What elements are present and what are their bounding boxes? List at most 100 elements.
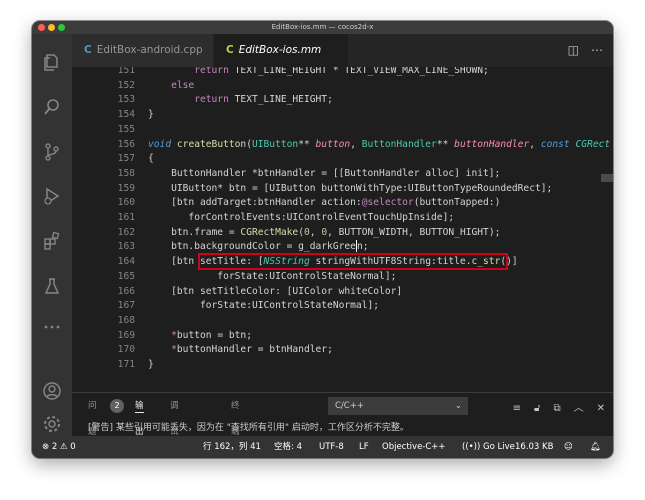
tab-editbox-ios[interactable]: C EditBox-ios.mm: [214, 34, 349, 67]
chevron-down-icon: ⌄: [454, 401, 462, 411]
line-number: 170: [117, 344, 135, 356]
line-number: 153: [117, 94, 135, 106]
line-number: 154: [117, 109, 135, 121]
line-number: 169: [117, 329, 135, 341]
more-icon[interactable]: ⋯: [591, 43, 603, 57]
broadcast-icon: ((•)): [462, 442, 483, 452]
eol-status[interactable]: LF: [359, 436, 369, 458]
run-debug-icon[interactable]: [42, 186, 62, 206]
feedback-icon[interactable]: ☺: [564, 436, 573, 458]
code-line: 154}: [72, 108, 613, 123]
close-window-button[interactable]: [38, 24, 45, 31]
line-number: 161: [117, 212, 135, 223]
overview-ruler-marker[interactable]: [601, 174, 613, 182]
zoom-window-button[interactable]: [58, 24, 65, 31]
code-line: 168: [72, 314, 613, 329]
code-line: 162 btn.frame = CGRectMake(0, 0, BUTTON_…: [72, 226, 613, 241]
code-line: 165 forState:UIControlStateNormal];: [72, 270, 613, 285]
search-icon[interactable]: [42, 97, 62, 117]
text-cursor: [355, 240, 357, 253]
split-editor-icon[interactable]: ◫: [568, 43, 579, 57]
editor-actions: ◫ ⋯: [556, 43, 603, 57]
extensions-icon[interactable]: [42, 231, 62, 251]
testing-flask-icon[interactable]: [42, 276, 62, 296]
output-message: [警告] 某些引用可能丢失，因为在 "查找所有引用" 启动时，工作区分析不完整。: [88, 423, 409, 433]
code-line: 166 [btn setTitleColor: [UIColor whiteCo…: [72, 285, 613, 300]
code-text: UIButton* btn = [UIButton buttonWithType…: [148, 182, 553, 194]
minimize-window-button[interactable]: [48, 24, 55, 31]
vscode-window: EditBox-ios.mm — cocos2d-x C EditBox-and…: [32, 21, 613, 458]
problems-status[interactable]: ⊗ 2 ⚠ 0: [42, 436, 76, 458]
golive-button[interactable]: ((•)) Go Live: [462, 436, 515, 458]
code-line: 152 else: [72, 79, 613, 94]
code-text: return TEXT_LINE_HEIGHT;: [148, 94, 333, 106]
tab-output[interactable]: 输出: [135, 393, 144, 437]
code-line: 169 *button = btn;: [72, 329, 613, 344]
tab-label: EditBox-android.cpp: [96, 44, 203, 56]
problems-count-badge: 2: [110, 399, 124, 413]
bottom-panel: 问题 2 输出 调试控制台 终端 C/C++ ⌄ ≡🔓︎⧉︿✕ [警告] 某些引…: [72, 392, 613, 458]
open-log-icon[interactable]: ⧉: [553, 403, 560, 414]
line-number: 171: [117, 359, 135, 370]
more-actions-icon[interactable]: [42, 317, 62, 337]
tab-label: EditBox-ios.mm: [238, 44, 322, 56]
line-number: 167: [117, 300, 135, 312]
line-number: 162: [117, 226, 135, 238]
line-number: 164: [117, 256, 135, 268]
code-line: 170 *buttonHandler = btnHandler;: [72, 343, 613, 358]
code-text: forState:UIControlStateNormal];: [148, 300, 380, 312]
explorer-icon[interactable]: [42, 52, 62, 72]
line-number: 165: [117, 270, 135, 282]
code-text: return TEXT_LINE_HEIGHT * TEXT_VIEW_MAX_…: [148, 67, 489, 76]
line-number: 156: [117, 138, 135, 150]
highlight-annotation-box: [198, 253, 508, 270]
code-line: 171}: [72, 358, 613, 373]
tab-editbox-android[interactable]: C EditBox-android.cpp: [72, 34, 214, 67]
line-number: 152: [117, 79, 135, 91]
line-number: 155: [117, 123, 135, 135]
line-number: 151: [117, 67, 135, 76]
code-line: 153 return TEXT_LINE_HEIGHT;: [72, 93, 613, 108]
line-number: 157: [117, 153, 135, 165]
title-bar: EditBox-ios.mm — cocos2d-x: [32, 21, 613, 34]
lock-scroll-icon[interactable]: 🔓︎: [534, 403, 540, 414]
line-number: 159: [117, 182, 135, 194]
output-channel-value: C/C++: [335, 401, 364, 411]
close-panel-icon[interactable]: ✕: [597, 403, 605, 414]
code-text: forControlEvents:UIControlEventTouchUpIn…: [148, 212, 455, 223]
code-editor[interactable]: 151 return TEXT_LINE_HEIGHT * TEXT_VIEW_…: [72, 67, 613, 392]
panel-actions: ≡ 🔓︎ ⧉ ︿ ✕: [500, 399, 605, 414]
output-channel-select[interactable]: C/C++ ⌄: [328, 397, 468, 415]
account-icon[interactable]: [42, 381, 62, 401]
code-line: 156 void createButton(UIButton** button, …: [72, 138, 613, 153]
language-mode[interactable]: Objective-C++: [382, 436, 446, 458]
line-number: 160: [117, 197, 135, 209]
code-text: [btn setTitleColor: [UIColor whiteColor]: [148, 285, 403, 297]
code-text: *button = btn;: [171, 329, 252, 341]
code-line: 157 {: [72, 152, 613, 167]
file-size: 16.03 KB: [515, 442, 554, 452]
line-number: 166: [117, 285, 135, 297]
notifications-bell-icon[interactable]: 🔔︎: [590, 436, 601, 458]
window-title: EditBox-ios.mm — cocos2d-x: [271, 23, 374, 31]
code-text: {: [148, 153, 154, 165]
clear-output-icon[interactable]: ≡: [513, 403, 521, 414]
code-text: ButtonHandler *btnHandler = [[ButtonHand…: [148, 167, 501, 179]
cursor-position[interactable]: 行 162，列 41: [203, 436, 261, 458]
encoding-status[interactable]: UTF-8: [319, 436, 344, 458]
settings-gear-icon[interactable]: [42, 414, 62, 434]
maximize-panel-icon[interactable]: ︿: [574, 403, 584, 414]
source-control-icon[interactable]: [42, 142, 62, 162]
code-line: 160 [btn addTarget:btnHandler action:@se…: [72, 196, 613, 211]
code-text: void createButton(UIButton** button, But…: [148, 138, 611, 150]
line-number: 168: [117, 314, 135, 326]
indentation-status[interactable]: 空格: 4: [274, 436, 302, 458]
code-text: forState:UIControlStateNormal];: [148, 270, 397, 282]
activity-bar: [32, 34, 72, 436]
cpp-file-icon: C: [84, 44, 92, 56]
code-text: }: [148, 359, 154, 370]
code-line: 159 UIButton* btn = [UIButton buttonWith…: [72, 182, 613, 197]
code-text: btn.frame = CGRectMake(0, 0, BUTTON_WIDT…: [148, 226, 501, 238]
line-number: 158: [117, 167, 135, 179]
objc-file-icon: C: [226, 44, 234, 56]
